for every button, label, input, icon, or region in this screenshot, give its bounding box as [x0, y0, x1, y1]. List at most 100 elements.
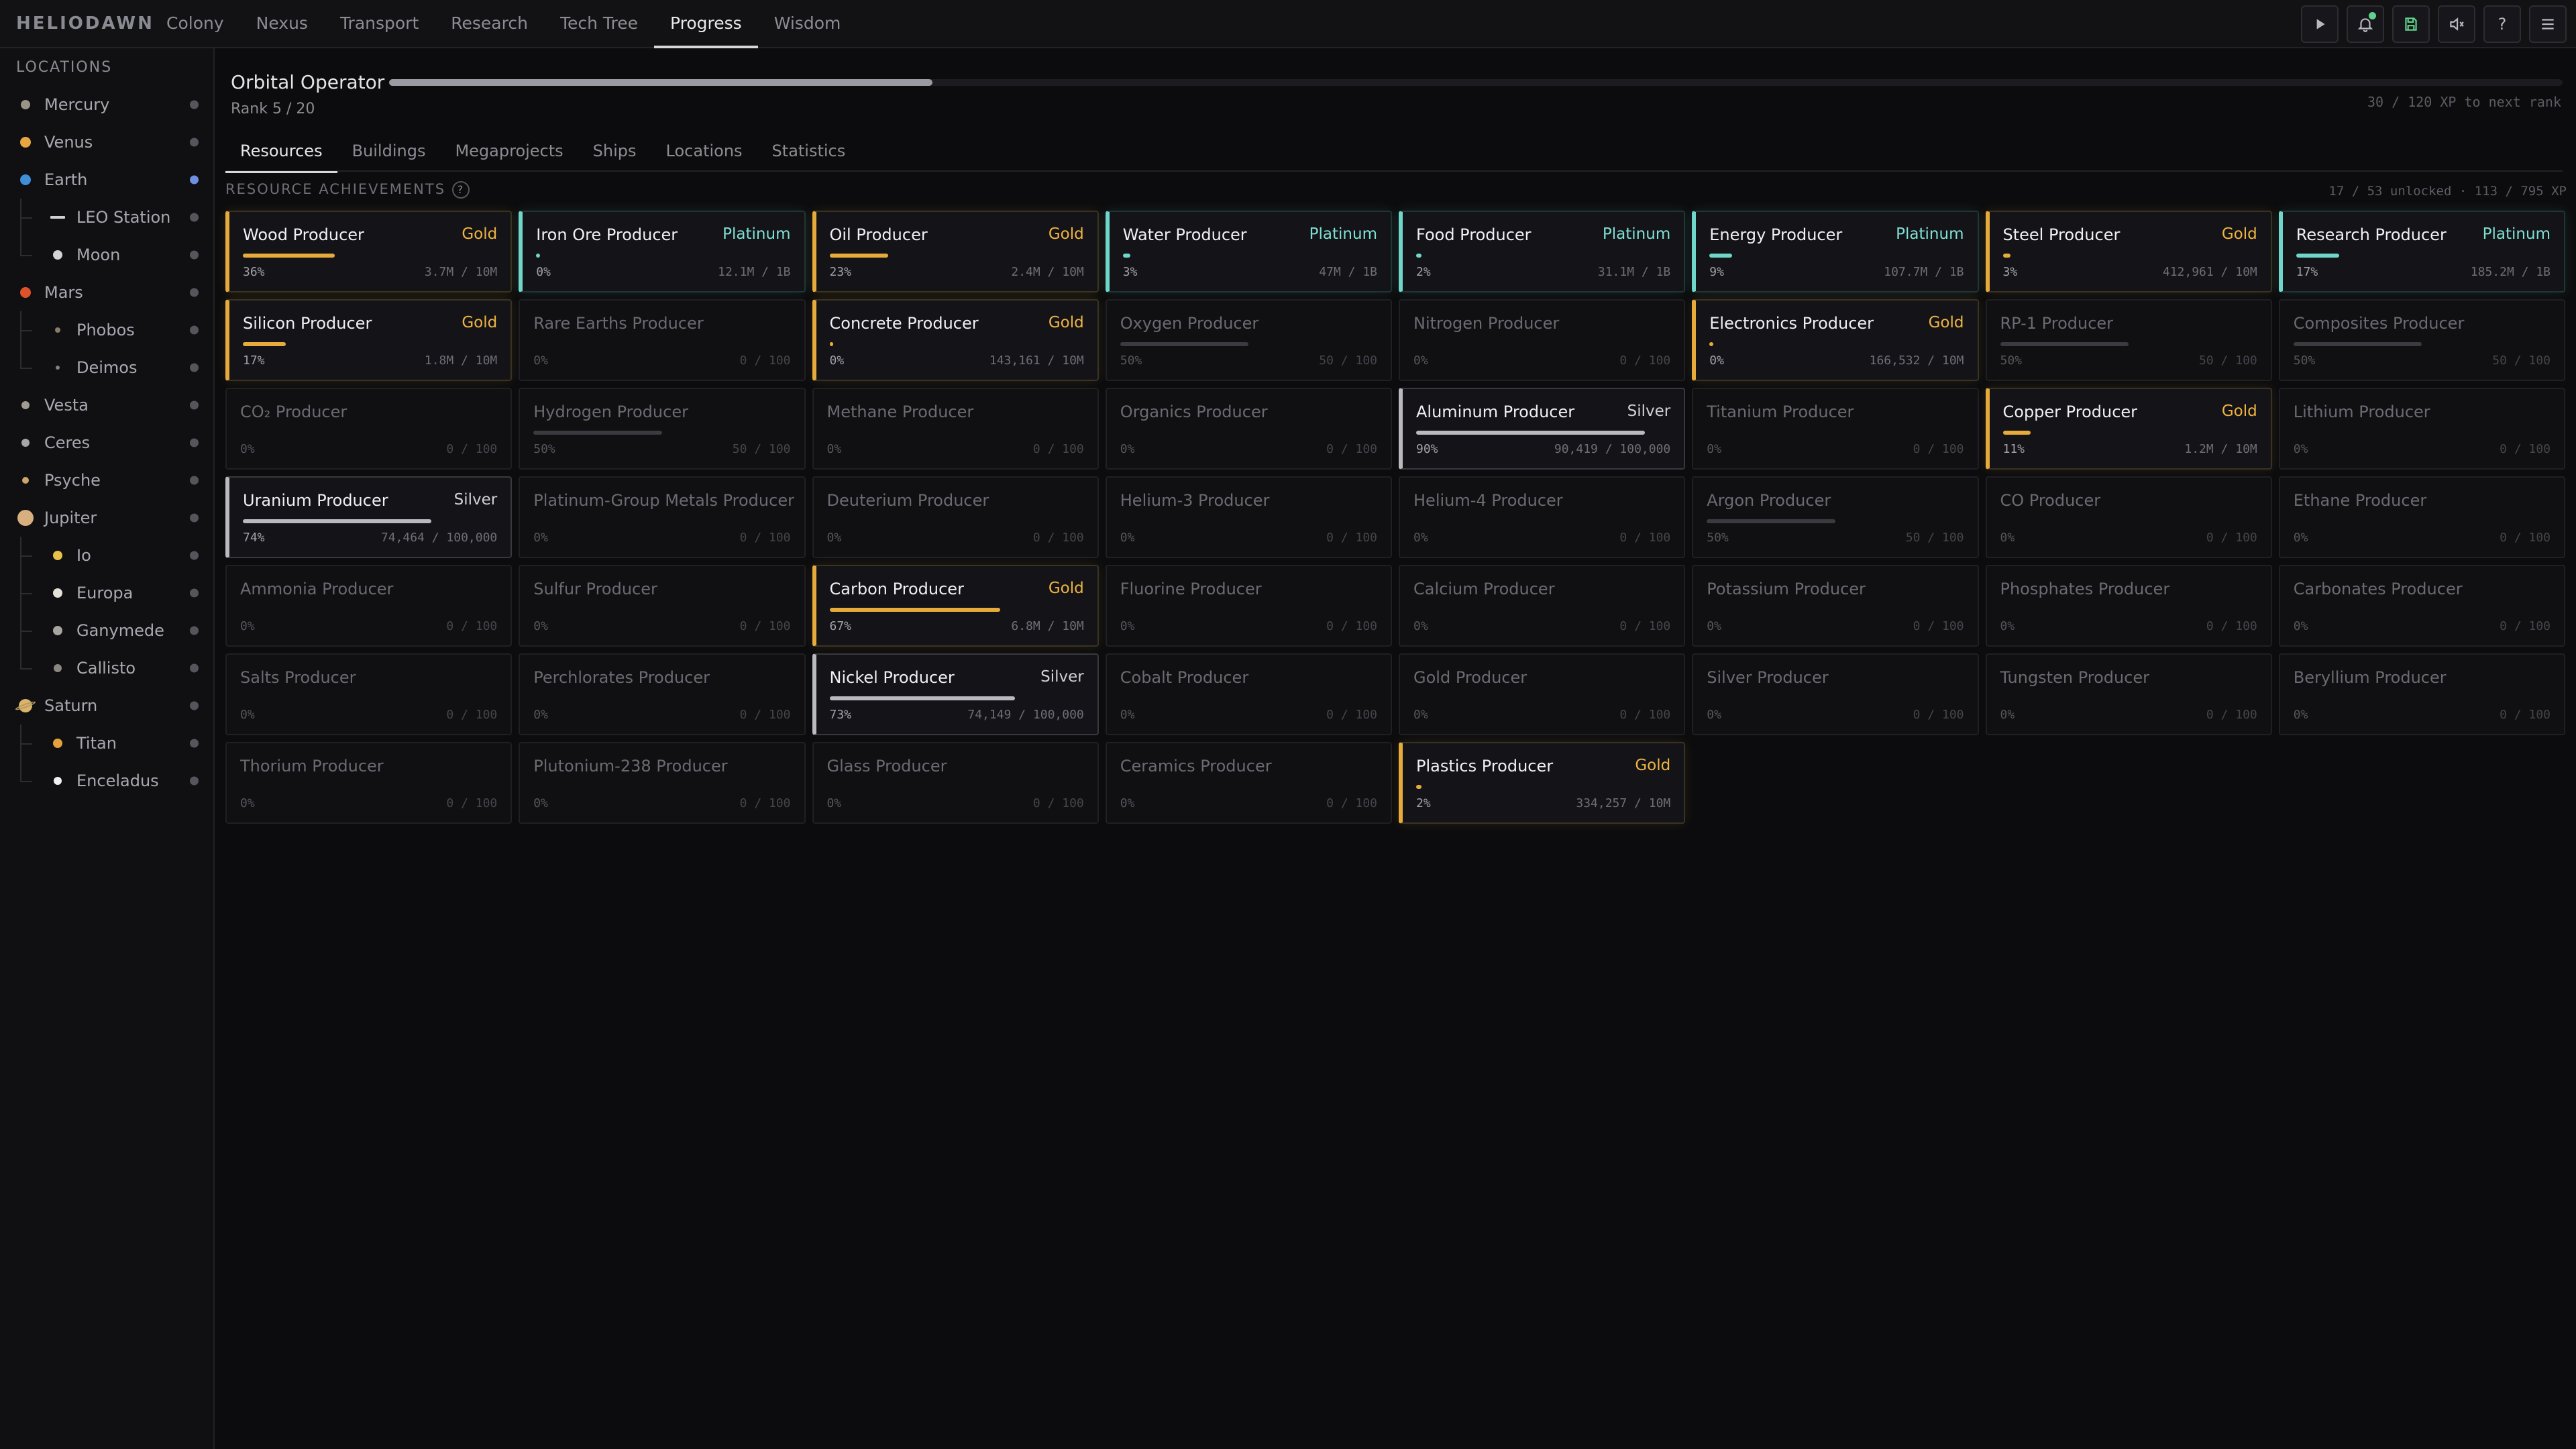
achievement-card[interactable]: Ceramics Producer 0% 0 / 100: [1105, 742, 1392, 824]
play-button[interactable]: [2301, 5, 2339, 43]
sidebar-item-mars[interactable]: Mars: [0, 274, 213, 311]
sidebar-item-jupiter[interactable]: Jupiter: [0, 499, 213, 537]
achievement-card[interactable]: Steel Producer Gold 3% 412,961 / 10M: [1985, 211, 2272, 292]
save-button[interactable]: [2392, 5, 2430, 43]
achievement-card[interactable]: Oil Producer Gold 23% 2.4M / 10M: [812, 211, 1099, 292]
sidebar-item-europa[interactable]: Europa: [0, 574, 213, 612]
achievement-name: Helium-4 Producer: [1413, 491, 1563, 510]
achievement-card[interactable]: Helium-4 Producer 0% 0 / 100: [1399, 476, 1686, 558]
achievement-card[interactable]: Hydrogen Producer 50% 50 / 100: [519, 388, 806, 470]
achievement-card[interactable]: Gold Producer 0% 0 / 100: [1399, 653, 1686, 735]
sidebar-item-earth[interactable]: Earth: [0, 161, 213, 199]
sidebar-item-enceladus[interactable]: Enceladus: [0, 762, 213, 800]
progress-value: 50 / 100: [2492, 354, 2551, 368]
achievement-card[interactable]: Methane Producer 0% 0 / 100: [812, 388, 1099, 470]
sidebar-item-ceres[interactable]: Ceres: [0, 424, 213, 462]
achievement-card[interactable]: CO₂ Producer 0% 0 / 100: [225, 388, 513, 470]
tab-buildings[interactable]: Buildings: [337, 134, 441, 172]
achievement-card[interactable]: Silver Producer 0% 0 / 100: [1692, 653, 1979, 735]
achievement-card[interactable]: Fluorine Producer 0% 0 / 100: [1105, 565, 1392, 647]
achievement-card[interactable]: Titanium Producer 0% 0 / 100: [1692, 388, 1979, 470]
info-icon[interactable]: ?: [452, 181, 470, 199]
nav-tab-wisdom[interactable]: Wisdom: [758, 0, 857, 47]
achievement-card[interactable]: Research Producer Platinum 17% 185.2M / 1B: [2278, 211, 2565, 292]
tab-statistics[interactable]: Statistics: [757, 134, 861, 172]
nav-tab-transport[interactable]: Transport: [324, 0, 435, 47]
achievement-card[interactable]: Electronics Producer Gold 0% 166,532 / 10M: [1692, 299, 1979, 381]
sidebar-item-moon[interactable]: Moon: [0, 236, 213, 274]
progress-bar: [2296, 254, 2551, 258]
progress-value: 0 / 100: [1913, 442, 1964, 456]
achievement-card[interactable]: Potassium Producer 0% 0 / 100: [1692, 565, 1979, 647]
achievement-card[interactable]: Thorium Producer 0% 0 / 100: [225, 742, 513, 824]
sidebar-item-titan[interactable]: Titan: [0, 724, 213, 762]
nav-tab-tech-tree[interactable]: Tech Tree: [544, 0, 654, 47]
achievement-card[interactable]: Composites Producer 50% 50 / 100: [2278, 299, 2565, 381]
help-button[interactable]: ?: [2483, 5, 2521, 43]
sidebar-item-vesta[interactable]: Vesta: [0, 386, 213, 424]
achievement-card[interactable]: Iron Ore Producer Platinum 0% 12.1M / 1B: [519, 211, 806, 292]
sidebar-item-phobos[interactable]: Phobos: [0, 311, 213, 349]
achievement-card[interactable]: Deuterium Producer 0% 0 / 100: [812, 476, 1099, 558]
nav-tab-research[interactable]: Research: [435, 0, 544, 47]
achievement-card[interactable]: Salts Producer 0% 0 / 100: [225, 653, 513, 735]
sidebar-item-psyche[interactable]: Psyche: [0, 462, 213, 499]
tab-locations[interactable]: Locations: [651, 134, 757, 172]
mute-button[interactable]: [2438, 5, 2475, 43]
achievement-card[interactable]: Plutonium-238 Producer 0% 0 / 100: [519, 742, 806, 824]
sidebar-item-callisto[interactable]: Callisto: [0, 649, 213, 687]
achievement-card[interactable]: Beryllium Producer 0% 0 / 100: [2278, 653, 2565, 735]
achievement-card[interactable]: Sulfur Producer 0% 0 / 100: [519, 565, 806, 647]
achievement-card[interactable]: Calcium Producer 0% 0 / 100: [1399, 565, 1686, 647]
tier-badge: Gold: [1048, 580, 1084, 597]
tab-megaprojects[interactable]: Megaprojects: [440, 134, 578, 172]
progress-percent: 0%: [826, 796, 842, 810]
achievement-card[interactable]: CO Producer 0% 0 / 100: [1985, 476, 2272, 558]
achievement-card[interactable]: RP-1 Producer 50% 50 / 100: [1985, 299, 2272, 381]
achievement-card[interactable]: Cobalt Producer 0% 0 / 100: [1105, 653, 1392, 735]
achievement-card[interactable]: Nickel Producer Silver 73% 74,149 / 100,000: [812, 653, 1099, 735]
achievement-card[interactable]: Rare Earths Producer 0% 0 / 100: [519, 299, 806, 381]
nav-tab-nexus[interactable]: Nexus: [240, 0, 324, 47]
menu-button[interactable]: [2529, 5, 2567, 43]
achievement-card[interactable]: Ammonia Producer 0% 0 / 100: [225, 565, 513, 647]
achievement-name: Aluminum Producer: [1416, 402, 1575, 421]
sidebar-item-ganymede[interactable]: Ganymede: [0, 612, 213, 649]
achievement-card[interactable]: Aluminum Producer Silver 90% 90,419 / 100,0…: [1399, 388, 1686, 470]
achievement-card[interactable]: Uranium Producer Silver 74% 74,464 / 100,00…: [225, 476, 513, 558]
achievement-card[interactable]: Food Producer Platinum 2% 31.1M / 1B: [1399, 211, 1686, 292]
sidebar-item-saturn[interactable]: Saturn: [0, 687, 213, 724]
achievement-card[interactable]: Silicon Producer Gold 17% 1.8M / 10M: [225, 299, 513, 381]
nav-tab-colony[interactable]: Colony: [150, 0, 240, 47]
achievement-card[interactable]: Platinum-Group Metals Producer 0% 0 / 100: [519, 476, 806, 558]
achievement-card[interactable]: Glass Producer 0% 0 / 100: [812, 742, 1099, 824]
notifications-button[interactable]: [2347, 5, 2384, 43]
sidebar-item-deimos[interactable]: Deimos: [0, 349, 213, 386]
sidebar-item-io[interactable]: Io: [0, 537, 213, 574]
achievement-card[interactable]: Helium-3 Producer 0% 0 / 100: [1105, 476, 1392, 558]
achievement-card[interactable]: Plastics Producer Gold 2% 334,257 / 10M: [1399, 742, 1686, 824]
achievement-card[interactable]: Wood Producer Gold 36% 3.7M / 10M: [225, 211, 513, 292]
tab-ships[interactable]: Ships: [578, 134, 651, 172]
sidebar-item-leo-station[interactable]: LEO Station: [0, 199, 213, 236]
tab-resources[interactable]: Resources: [225, 134, 337, 173]
achievement-card[interactable]: Phosphates Producer 0% 0 / 100: [1985, 565, 2272, 647]
achievement-card[interactable]: Organics Producer 0% 0 / 100: [1105, 388, 1392, 470]
sidebar-item-mercury[interactable]: Mercury: [0, 86, 213, 123]
achievement-card[interactable]: Carbon Producer Gold 67% 6.8M / 10M: [812, 565, 1099, 647]
sidebar-item-venus[interactable]: Venus: [0, 123, 213, 161]
progress-bar: [533, 696, 790, 700]
nav-tab-progress[interactable]: Progress: [653, 0, 758, 48]
achievement-card[interactable]: Copper Producer Gold 11% 1.2M / 10M: [1985, 388, 2272, 470]
achievement-card[interactable]: Perchlorates Producer 0% 0 / 100: [519, 653, 806, 735]
achievement-card[interactable]: Nitrogen Producer 0% 0 / 100: [1399, 299, 1686, 381]
achievement-card[interactable]: Ethane Producer 0% 0 / 100: [2278, 476, 2565, 558]
achievement-card[interactable]: Water Producer Platinum 3% 47M / 1B: [1105, 211, 1392, 292]
achievement-card[interactable]: Carbonates Producer 0% 0 / 100: [2278, 565, 2565, 647]
achievement-card[interactable]: Tungsten Producer 0% 0 / 100: [1985, 653, 2272, 735]
achievement-card[interactable]: Concrete Producer Gold 0% 143,161 / 10M: [812, 299, 1099, 381]
achievement-card[interactable]: Oxygen Producer 50% 50 / 100: [1105, 299, 1392, 381]
achievement-card[interactable]: Argon Producer 50% 50 / 100: [1692, 476, 1979, 558]
achievement-card[interactable]: Energy Producer Platinum 9% 107.7M / 1B: [1692, 211, 1979, 292]
achievement-card[interactable]: Lithium Producer 0% 0 / 100: [2278, 388, 2565, 470]
